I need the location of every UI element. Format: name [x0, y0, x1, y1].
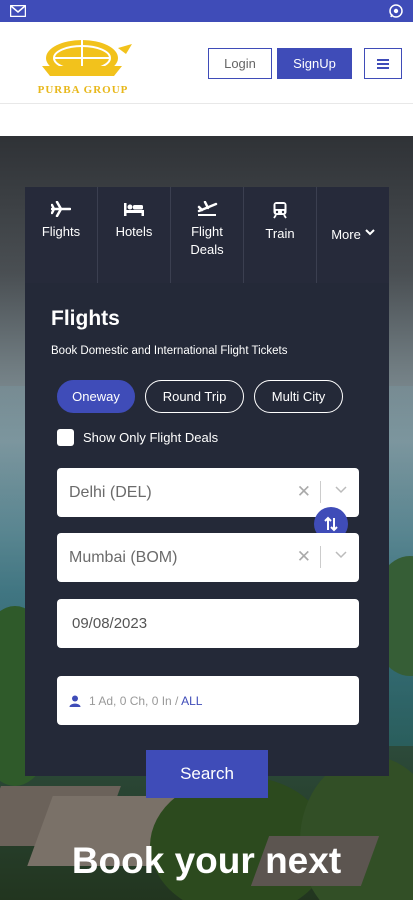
tab-more[interactable]: More	[317, 187, 389, 283]
from-city-value: Delhi (DEL)	[69, 483, 152, 501]
cabin-class: ALL	[181, 693, 203, 708]
plane-icon	[51, 201, 71, 217]
form-title: Flights	[51, 307, 120, 330]
swap-arrows-icon	[324, 516, 338, 532]
mail-icon[interactable]	[10, 5, 26, 17]
bed-icon	[124, 203, 144, 216]
brand-name: PURBA GROUP	[37, 84, 129, 96]
departure-date-value: 09/08/2023	[72, 615, 148, 632]
flight-search-form: Flights Book Domestic and International …	[25, 283, 389, 776]
clear-icon[interactable]: ✕	[297, 482, 311, 502]
tab-train[interactable]: Train	[244, 187, 317, 283]
user-icon	[69, 695, 81, 707]
passengers-selector[interactable]: 1 Ad, 0 Ch, 0 In / ALL	[57, 676, 359, 725]
chevron-down-icon[interactable]	[335, 482, 347, 497]
trip-type-multi-city[interactable]: Multi City	[254, 380, 343, 413]
form-subtitle: Book Domestic and International Flight T…	[51, 345, 288, 357]
tab-label: More	[331, 227, 361, 242]
signup-button[interactable]: SignUp	[277, 48, 352, 79]
chevron-down-icon	[365, 229, 375, 236]
site-header: PURBA GROUP Login SignUp	[0, 22, 413, 104]
flight-search-widget: Flights Hotels Flight Deals Train More F…	[25, 187, 389, 776]
train-icon	[273, 202, 287, 219]
search-button[interactable]: Search	[146, 750, 268, 798]
flight-deals-checkbox-label: Show Only Flight Deals	[83, 430, 219, 445]
passenger-count: 1 Ad, 0 Ch, 0 In /	[89, 693, 179, 708]
divider	[320, 546, 321, 568]
tab-flights[interactable]: Flights	[25, 187, 98, 283]
from-city-select[interactable]: Delhi (DEL) ✕	[57, 468, 359, 517]
divider	[320, 481, 321, 503]
trip-type-round-trip[interactable]: Round Trip	[145, 380, 244, 413]
tab-label: Flight Deals	[190, 224, 224, 257]
hero-headline: Book your next	[71, 840, 342, 881]
to-city-value: Mumbai (BOM)	[69, 548, 178, 566]
tab-label: Flights	[41, 224, 81, 239]
whatsapp-icon[interactable]	[389, 4, 403, 18]
menu-button[interactable]	[364, 48, 402, 79]
clear-icon[interactable]: ✕	[297, 547, 311, 567]
tab-hotels[interactable]: Hotels	[98, 187, 171, 283]
tab-flight-deals[interactable]: Flight Deals	[171, 187, 244, 283]
hamburger-icon	[377, 58, 389, 69]
flight-deals-checkbox[interactable]	[57, 429, 74, 446]
departure-date-input[interactable]: 09/08/2023	[57, 599, 359, 648]
login-button[interactable]: Login	[208, 48, 272, 79]
top-contact-bar	[0, 0, 413, 22]
tab-label: Hotels	[115, 224, 153, 239]
to-city-select[interactable]: Mumbai (BOM) ✕	[57, 533, 359, 582]
trip-type-oneway[interactable]: Oneway	[57, 380, 135, 413]
service-tabs: Flights Hotels Flight Deals Train More	[25, 187, 389, 283]
tab-label: Train	[265, 226, 295, 241]
brand-logo[interactable]: PURBA GROUP	[22, 36, 144, 98]
header-spacer	[0, 104, 413, 136]
chevron-down-icon[interactable]	[335, 547, 347, 562]
plane-departure-icon	[197, 201, 218, 216]
